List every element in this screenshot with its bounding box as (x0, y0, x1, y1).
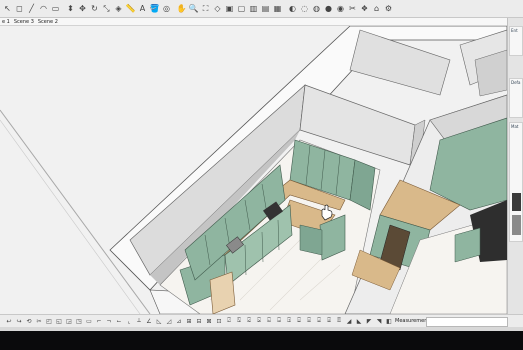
tray-panel-entity[interactable]: Ent (509, 26, 523, 56)
paint-bucket-icon[interactable]: 🪣 (149, 3, 160, 14)
material-swatch-dark[interactable] (512, 193, 521, 211)
select-icon[interactable]: ↖ (2, 3, 13, 14)
main-toolbar: ↖ ◻ ╱ ◠ ▭ ⬍ ✥ ↻ ⤡ ◈ 📏 A 🪣 ◎ ✋ 🔍 ⛶ ◇ ▣ ▢ ▥ ▤ ▦ ◐ ◌ ◍ ● ◉ ✂ ❖ ⌂ ⚙ (0, 0, 523, 18)
bottom-tool-icon[interactable]: ↩ (4, 318, 14, 325)
bottom-tool-icon[interactable]: ⊡ (214, 318, 224, 325)
bottom-tool-icon[interactable]: ⍁ (224, 317, 234, 325)
bottom-tool-icon[interactable]: ⍂ (234, 317, 244, 325)
top-view-icon[interactable]: ▣ (224, 3, 235, 14)
bottom-tool-icon[interactable]: ⍐ (284, 317, 294, 325)
bottom-tool-icon[interactable]: ⌙ (114, 318, 124, 325)
bottom-tool-icon[interactable]: ∠ (144, 318, 154, 325)
bottom-tool-icon[interactable]: ⊟ (194, 318, 204, 325)
bottom-tool-icon[interactable]: ◳ (74, 318, 84, 325)
bottom-tool-icon[interactable]: ◺ (154, 318, 164, 325)
material-swatch-grey[interactable] (512, 215, 521, 235)
scale-icon[interactable]: ⤡ (101, 3, 112, 14)
zoom-icon[interactable]: 🔍 (188, 3, 199, 14)
default-tray: Ent Defa Mat (507, 18, 523, 314)
bottom-tool-icon[interactable]: ◿ (164, 318, 174, 325)
bottom-tool-icon[interactable]: ⌞ (124, 318, 134, 325)
line-icon[interactable]: ╱ (26, 3, 37, 14)
right-view-icon[interactable]: ▥ (248, 3, 259, 14)
bottom-tool-icon[interactable]: ⍗ (294, 317, 304, 325)
extension-icon[interactable]: ⚙ (383, 3, 394, 14)
wireframe-icon[interactable]: ◌ (299, 3, 310, 14)
bottom-tool-icon[interactable]: ◥ (374, 318, 384, 325)
bottom-tool-icon[interactable]: ⍇ (264, 317, 274, 325)
warehouse-icon[interactable]: ⌂ (371, 3, 382, 14)
bottom-tool-icon[interactable]: ◲ (64, 318, 74, 325)
rectangle-icon[interactable]: ▭ (50, 3, 61, 14)
xray-icon[interactable]: ◐ (287, 3, 298, 14)
bottom-tool-icon[interactable]: ⍔ (334, 317, 344, 325)
bottom-tool-icon[interactable]: ⊠ (204, 318, 214, 325)
orbit-icon[interactable]: ◎ (161, 3, 172, 14)
bottom-tool-icon[interactable]: ◱ (54, 318, 64, 325)
tray-panel-defaults[interactable]: Defa (509, 78, 523, 118)
bottom-tool-icon[interactable]: ⍌ (304, 317, 314, 325)
bottom-tool-icon[interactable]: ⌐ (94, 318, 104, 325)
bottom-tool-icon[interactable]: ⊿ (174, 318, 184, 325)
back-view-icon[interactable]: ▤ (260, 3, 271, 14)
bottom-tool-icon[interactable]: ⍍ (324, 317, 334, 325)
section-plane-icon[interactable]: ✂ (347, 3, 358, 14)
pan-icon[interactable]: ✋ (176, 3, 187, 14)
rotate-icon[interactable]: ↻ (89, 3, 100, 14)
iso-view-icon[interactable]: ◇ (212, 3, 223, 14)
scene-tab-3[interactable]: Scene 3 (14, 19, 34, 25)
bottom-tool-icon[interactable]: ↪ (14, 318, 24, 325)
bottom-tool-icon[interactable]: ✂ (34, 318, 44, 325)
bottom-tool-icon[interactable]: ⟲ (24, 318, 34, 325)
tray-panel-materials[interactable]: Mat (509, 122, 523, 242)
bottom-toolbar: ↩ ↪ ⟲ ✂ ◰ ◱ ◲ ◳ ▭ ⌐ ¬ ⌙ ⌞ ⟂ ∠ ◺ ◿ ⊿ ⊞ ⊟ ⊠ ⊡ ⍁ ⍂ ⍃ ⍄ ⍇ ⍈ ⍐ ⍗ ⍌ ⍓ ⍍ ⍔ ◢ ◣ ◤ ◥ ◧ M… (0, 314, 523, 327)
shaded-icon[interactable]: ● (323, 3, 334, 14)
bottom-tool-icon[interactable]: ◧ (384, 318, 394, 325)
bottom-tool-icon[interactable]: ◣ (354, 318, 364, 325)
bottom-tool-icon[interactable]: ⍓ (314, 317, 324, 325)
scene-tabs-bar: e 1 Scene 3 Scene 2 (0, 18, 507, 26)
components-icon[interactable]: ❖ (359, 3, 370, 14)
hidden-line-icon[interactable]: ◍ (311, 3, 322, 14)
tape-measure-icon[interactable]: 📏 (125, 3, 136, 14)
scene-tab-2[interactable]: Scene 2 (38, 19, 58, 25)
offset-icon[interactable]: ◈ (113, 3, 124, 14)
measurements-input[interactable] (426, 317, 508, 327)
bottom-tool-icon[interactable]: ¬ (104, 318, 114, 325)
left-view-icon[interactable]: ▦ (272, 3, 283, 14)
scene-tab-1[interactable]: e 1 (2, 19, 10, 25)
bottom-tool-icon[interactable]: ⍈ (274, 317, 284, 325)
push-pull-icon[interactable]: ⬍ (65, 3, 76, 14)
kitchen-model-drawing (0, 26, 507, 314)
bottom-tool-icon[interactable]: ⊞ (184, 318, 194, 325)
model-viewport[interactable] (0, 26, 507, 314)
bottom-tool-icon[interactable]: ▭ (84, 318, 94, 325)
bottom-tool-icon[interactable]: ◰ (44, 318, 54, 325)
bottom-tool-icon[interactable]: ⍄ (254, 317, 264, 325)
eraser-icon[interactable]: ◻ (14, 3, 25, 14)
zoom-extents-icon[interactable]: ⛶ (200, 3, 211, 14)
bottom-tool-icon[interactable]: ⟂ (134, 317, 144, 325)
move-icon[interactable]: ✥ (77, 3, 88, 14)
bottom-tool-icon[interactable]: ◤ (364, 318, 374, 325)
window-underlay (0, 331, 523, 350)
bottom-tool-icon[interactable]: ⍃ (244, 317, 254, 325)
bottom-tool-icon[interactable]: ◢ (344, 318, 354, 325)
textured-icon[interactable]: ◉ (335, 3, 346, 14)
arc-icon[interactable]: ◠ (38, 3, 49, 14)
text-icon[interactable]: A (137, 3, 148, 14)
front-view-icon[interactable]: ▢ (236, 3, 247, 14)
